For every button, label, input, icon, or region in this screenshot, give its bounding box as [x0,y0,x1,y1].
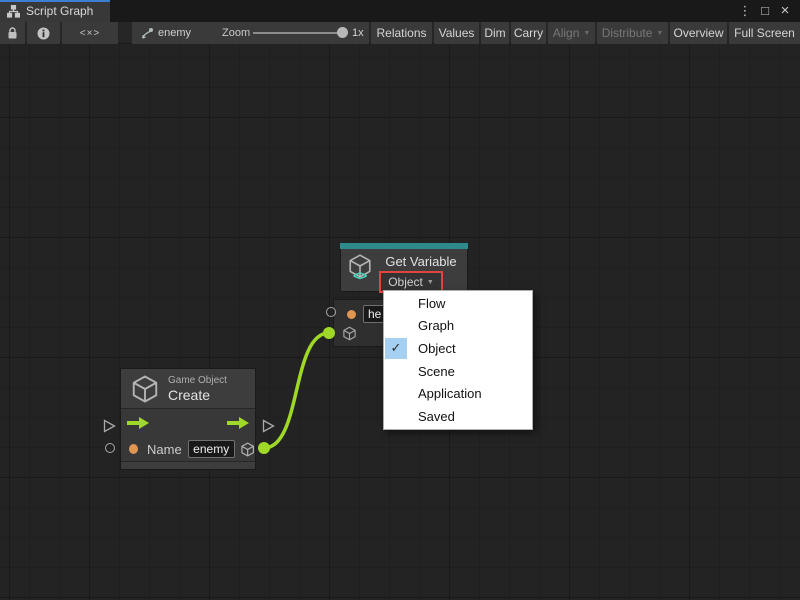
menu-item-saved[interactable]: ✓ Saved [385,405,531,428]
graph-toolbar: <×> enemy Zoom 1x Relations Values Dim C… [0,22,800,44]
variable-name-port[interactable] [347,310,356,319]
lock-button[interactable] [0,22,25,44]
variable-kind-value: Object [388,275,423,289]
overview-button[interactable]: Overview [670,22,727,44]
external-name-input-circle[interactable] [105,443,115,453]
get-variable-title: Get Variable [377,254,465,269]
window-menu-icon[interactable]: ⋮ [738,0,752,22]
code-view-button[interactable]: <×> [62,22,118,44]
chevron-down-icon: ▼ [656,30,663,37]
tab-accent-line [0,0,110,2]
flow-input-port[interactable] [127,417,149,429]
menu-item-object[interactable]: ✓ Object [385,337,531,360]
lock-icon [7,27,18,40]
get-variable-node[interactable]: <> Get Variable Object ▼ [340,243,468,292]
external-variable-name-circle[interactable] [326,307,336,317]
dim-button[interactable]: Dim [481,22,509,44]
graph-breadcrumb-icon [140,27,154,40]
variable-scope-menu: ✓ Flow ✓ Graph ✓ Object ✓ Scene ✓ Applic… [383,290,533,430]
variable-accent-bar [340,243,468,249]
tab-title: Script Graph [26,4,93,18]
graph-breadcrumb-label[interactable]: enemy [158,27,191,39]
values-button[interactable]: Values [434,22,479,44]
menu-item-flow[interactable]: ✓ Flow [385,292,531,315]
create-node[interactable]: Game Object Create Name enemy [120,368,256,470]
external-flow-output-triangle[interactable] [262,419,275,433]
tab-script-graph[interactable]: Script Graph [0,0,110,22]
distribute-button[interactable]: Distribute ▼ [597,22,668,44]
check-icon: ✓ [385,293,407,314]
wire-start-dot[interactable] [258,442,270,454]
align-button[interactable]: Align ▼ [548,22,595,44]
carry-button[interactable]: Carry [511,22,546,44]
check-icon: ✓ [385,315,407,336]
name-input-field[interactable]: enemy [188,440,235,458]
distribute-label: Distribute [602,26,653,40]
menu-item-application[interactable]: ✓ Application [385,382,531,405]
zoom-slider-handle[interactable] [337,27,348,38]
check-icon: ✓ [385,406,407,427]
create-node-title: Create [168,387,227,403]
zoom-value: 1x [352,27,364,39]
info-icon [37,27,50,40]
variable-brackets-icon: <> [353,268,366,283]
fullscreen-button[interactable]: Full Screen [729,22,800,44]
wire-end-dot[interactable] [323,327,335,339]
tab-bar: Script Graph ⋮ □ × [0,0,800,22]
game-object-cube-icon [130,374,160,404]
gameobject-output-port[interactable] [240,441,255,458]
create-node-category: Game Object [168,375,227,386]
name-input-port[interactable] [129,444,138,454]
script-graph-window: Script Graph ⋮ □ × <×> [0,0,800,600]
zoom-breadcrumb-cell: enemy Zoom 1x [132,22,369,44]
variable-object-port[interactable] [342,326,357,341]
external-flow-input-triangle[interactable] [103,419,116,433]
menu-item-graph[interactable]: ✓ Graph [385,315,531,338]
chevron-down-icon: ▼ [427,279,434,286]
relations-button[interactable]: Relations [371,22,432,44]
name-port-label: Name [147,442,182,457]
zoom-slider-track[interactable] [253,32,344,34]
window-controls: ⋮ □ × [738,0,800,22]
check-icon: ✓ [385,361,407,382]
create-node-footer [121,461,255,469]
graph-hierarchy-icon [7,5,20,18]
check-icon: ✓ [385,338,407,359]
menu-item-scene[interactable]: ✓ Scene [385,360,531,383]
info-button[interactable] [27,22,60,44]
maximize-icon[interactable]: □ [758,0,772,22]
check-icon: ✓ [385,383,407,404]
align-label: Align [553,26,580,40]
chevron-down-icon: ▼ [583,30,590,37]
create-node-header: Game Object Create [121,369,255,409]
flow-output-port[interactable] [227,417,249,429]
zoom-label: Zoom [222,27,250,39]
close-icon[interactable]: × [778,0,792,22]
graph-canvas[interactable]: Game Object Create Name enemy [0,44,800,600]
